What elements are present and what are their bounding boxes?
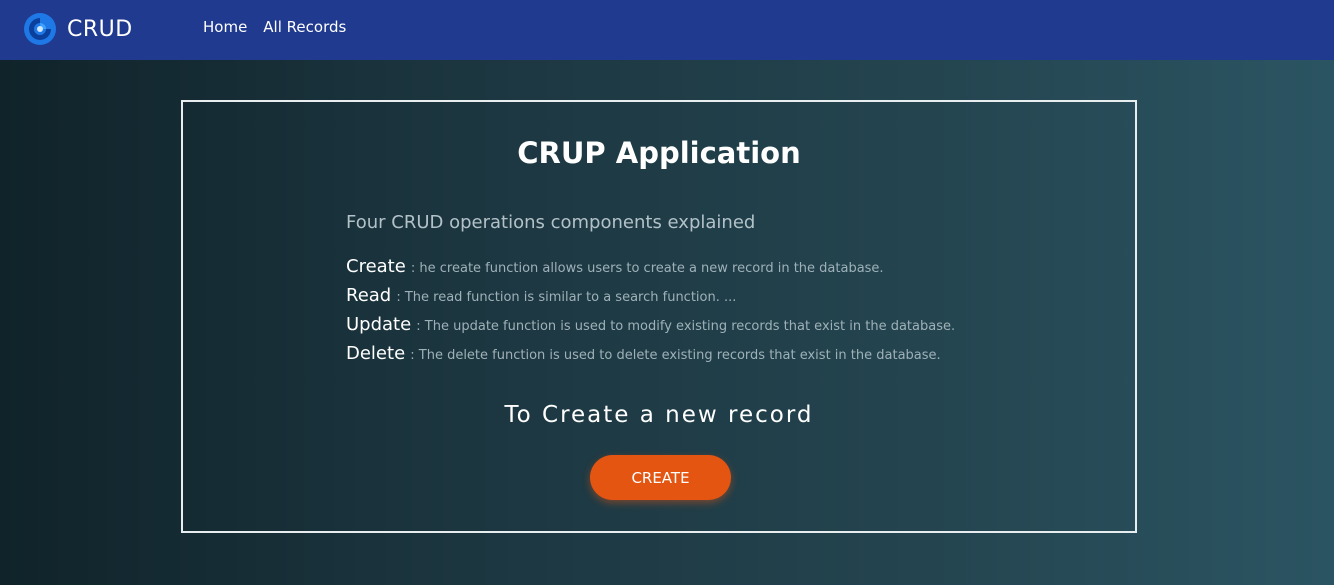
operation-name: Delete	[346, 343, 406, 364]
operation-description: : The delete function is used to delete …	[410, 348, 941, 363]
operation-description: : The update function is used to modify …	[416, 319, 956, 334]
subtitle: Four CRUD operations components explaine…	[346, 212, 756, 233]
brand-name: CRUD	[67, 16, 133, 42]
operation-update: Update : The update function is used to …	[346, 314, 955, 343]
operation-description: : he create function allows users to cre…	[410, 261, 884, 276]
nav-link-home[interactable]: Home	[203, 18, 247, 36]
operation-name: Update	[346, 314, 412, 335]
operation-name: Read	[346, 285, 392, 306]
nav-links: Home All Records	[203, 18, 346, 36]
operation-read: Read : The read function is similar to a…	[346, 285, 955, 314]
brand[interactable]: CRUD	[24, 12, 133, 46]
operation-delete: Delete : The delete function is used to …	[346, 343, 955, 372]
swirl-logo-icon	[24, 13, 56, 45]
intro-card: CRUP Application Four CRUD operations co…	[181, 100, 1137, 533]
page-title: CRUP Application	[517, 136, 801, 170]
top-navbar: CRUD Home All Records	[0, 0, 1334, 60]
operation-description: : The read function is similar to a sear…	[396, 290, 737, 305]
operation-name: Create	[346, 256, 406, 277]
create-button[interactable]: CREATE	[590, 455, 731, 500]
create-prompt-text: To Create a new record	[504, 402, 814, 428]
operations-list: Create : he create function allows users…	[346, 256, 955, 372]
operation-create: Create : he create function allows users…	[346, 256, 955, 285]
nav-link-all-records[interactable]: All Records	[263, 18, 346, 36]
